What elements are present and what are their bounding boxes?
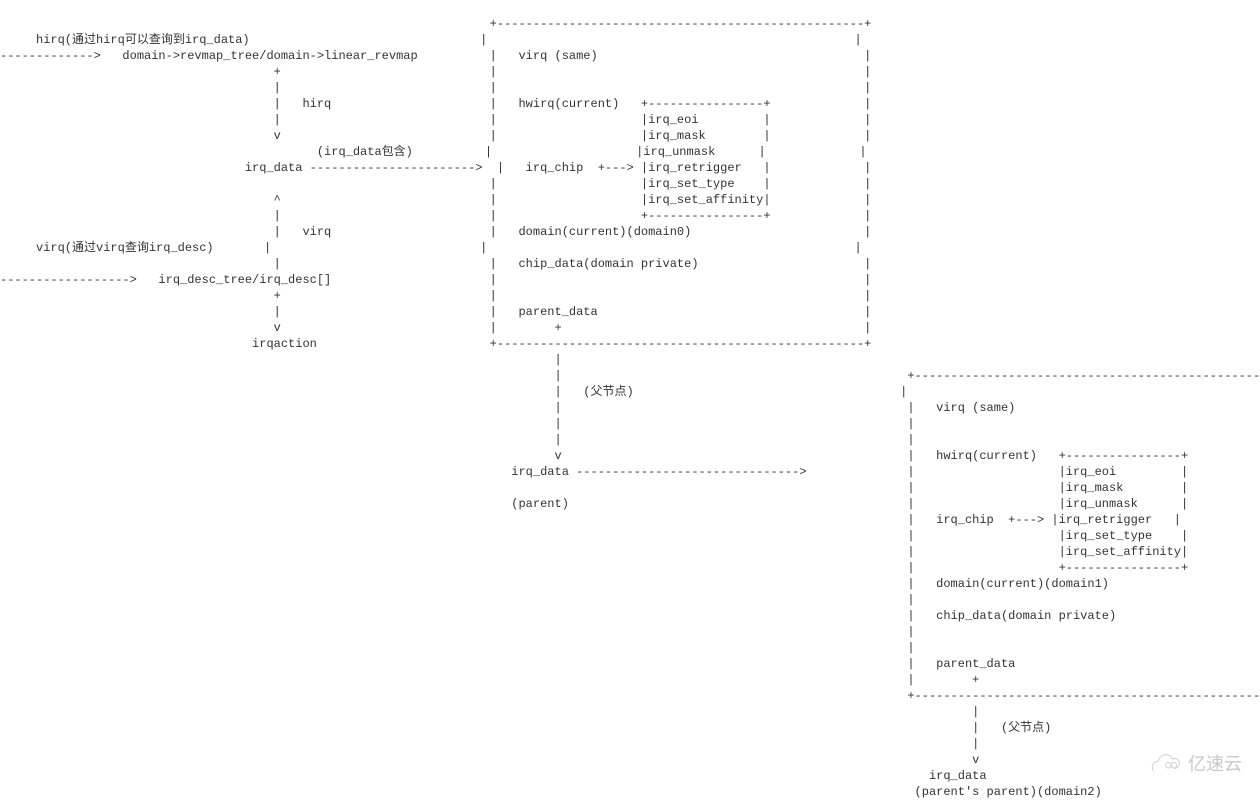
watermark-text: 亿速云 — [1188, 756, 1242, 772]
cloud-icon — [1128, 737, 1182, 791]
irq-domain-ascii-diagram: +---------------------------------------… — [0, 0, 1260, 800]
watermark: 亿速云 — [1128, 737, 1242, 791]
